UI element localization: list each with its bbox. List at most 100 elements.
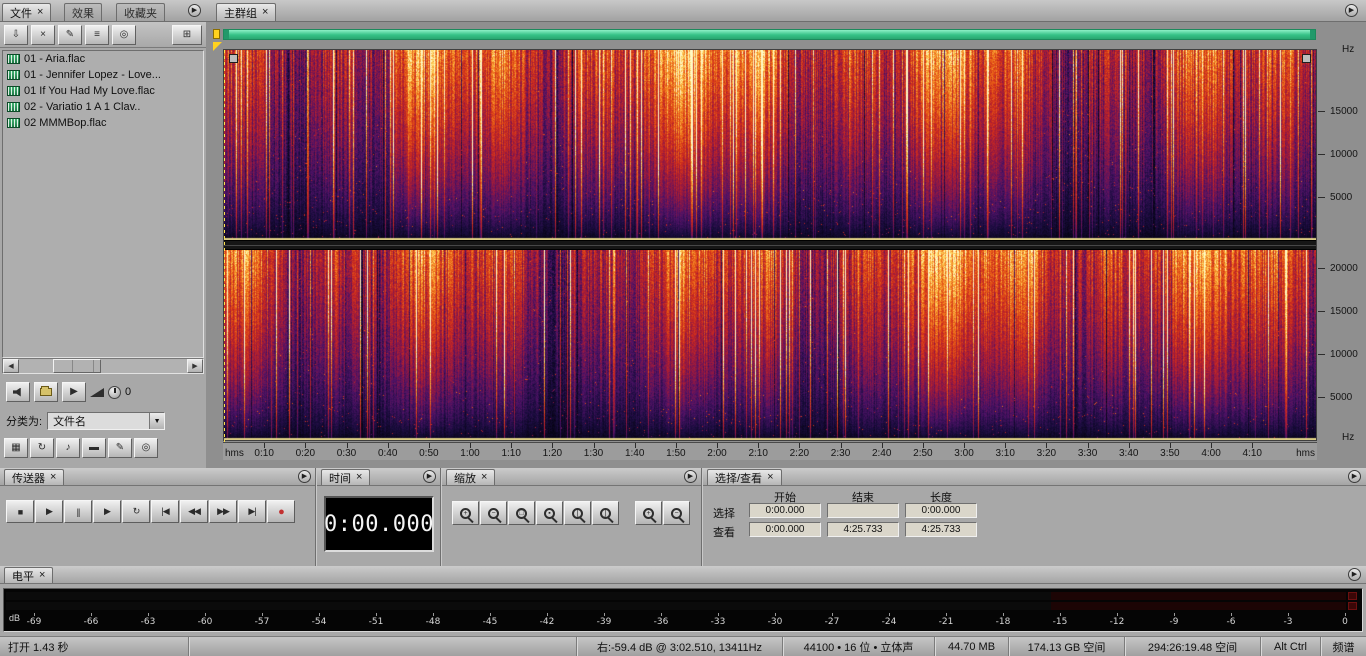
scroll-track[interactable] [19, 359, 187, 373]
tab-time[interactable]: 时间 × [321, 469, 371, 485]
zoom-out-horizontal-button[interactable]: − [480, 501, 507, 525]
close-icon[interactable]: × [39, 570, 45, 581]
scroll-thumb[interactable] [53, 359, 101, 373]
record-icon: ● [278, 505, 285, 518]
spectral-handle-left[interactable] [229, 54, 238, 63]
panel-menu-icon[interactable]: ▶ [423, 470, 436, 483]
insert-into-cd-button[interactable]: ◎ [112, 24, 136, 45]
view-length-field[interactable]: 4:25.733 [905, 522, 977, 537]
tab-levels[interactable]: 电平 × [4, 567, 54, 583]
row-label-view: 查看 [713, 527, 735, 539]
spectrogram-right-channel[interactable] [224, 250, 1316, 440]
show-loops-toggle[interactable]: ↻ [30, 438, 54, 458]
zoom-in-horizontal-button[interactable]: + [452, 501, 479, 525]
zoom-out-full-button[interactable]: □ [508, 501, 535, 525]
go-to-end-button[interactable]: ▶| [238, 500, 266, 523]
play-button[interactable]: ▶ [35, 500, 63, 523]
tab-files[interactable]: 文件 × [2, 3, 52, 21]
tab-main-group[interactable]: 主群组 × [216, 3, 277, 21]
panel-menu-icon[interactable]: ▶ [684, 470, 697, 483]
zoom-in-vertical-button[interactable]: + [635, 501, 662, 525]
view-start-field[interactable]: 0:00.000 [749, 522, 821, 537]
view-end-field[interactable]: 4:25.733 [827, 522, 899, 537]
selection-marker-triangle[interactable] [213, 42, 222, 51]
preview-volume-knob[interactable] [108, 385, 121, 399]
sort-label: 分类为: [6, 416, 43, 428]
status-disk-free: 174.13 GB 空间 [1008, 637, 1124, 656]
scroll-right-icon[interactable]: ▶ [187, 359, 203, 373]
auto-play-toggle[interactable] [6, 382, 30, 402]
show-files-toggle[interactable]: ▦ [4, 438, 28, 458]
file-list-item[interactable]: 01 - Aria.flac [3, 51, 203, 67]
level-meters[interactable]: dB -69 -66 -63 -60 -57 -54 -51 -48 -45 -42 -39 -36-… [3, 588, 1363, 632]
zoom-to-selection-button[interactable]: ▪ [536, 501, 563, 525]
show-video-toggle[interactable]: ▬ [82, 438, 106, 458]
play-from-cursor-button[interactable]: ▶ [93, 500, 121, 523]
file-list[interactable]: 01 - Aria.flac 01 - Jennifer Lopez - Love… [2, 50, 204, 358]
show-audio-toggle[interactable]: ♪ [56, 438, 80, 458]
clip-indicator-left[interactable] [1348, 592, 1357, 600]
panel-menu-icon[interactable]: ▶ [1348, 568, 1361, 581]
file-list-horizontal-scrollbar[interactable]: ◀ ▶ [2, 358, 204, 374]
selection-length-field[interactable]: 0:00.000 [905, 503, 977, 518]
close-file-button[interactable]: × [31, 24, 55, 45]
import-file-button[interactable]: ⇩ [4, 24, 28, 45]
panel-menu-icon[interactable]: ▶ [298, 470, 311, 483]
close-icon[interactable]: × [262, 7, 268, 18]
panel-menu-icon[interactable]: ▶ [1348, 470, 1361, 483]
selection-view-title: 选择/查看 [715, 472, 763, 485]
insert-into-multitrack-button[interactable]: ≡ [85, 24, 109, 45]
tab-favorites[interactable]: 收藏夹 [116, 3, 165, 21]
selection-end-field[interactable] [827, 503, 899, 518]
frequency-ruler[interactable]: Hz Hz 15000 10000 5000 20000 15000 10000 5000 [1318, 44, 1366, 464]
follow-session-toggle[interactable] [34, 382, 58, 402]
preview-play-button[interactable]: ▶ [62, 382, 86, 402]
close-icon[interactable]: × [50, 472, 56, 483]
selection-marker[interactable] [213, 29, 220, 39]
zoom-in-left-edge-button[interactable]: [ [564, 501, 591, 525]
record-button[interactable]: ● [267, 500, 295, 523]
status-view-mode[interactable]: 频谱 [1320, 637, 1366, 656]
show-markers-toggle[interactable]: ✎ [108, 438, 132, 458]
close-icon[interactable]: × [767, 472, 773, 483]
panel-menu-icon[interactable]: ▶ [1345, 4, 1358, 17]
scroll-left-icon[interactable]: ◀ [3, 359, 19, 373]
zoom-out-vertical-button[interactable]: − [663, 501, 690, 525]
edit-file-button[interactable]: ✎ [58, 24, 82, 45]
playhead-cursor[interactable] [224, 50, 225, 442]
go-to-beginning-button[interactable]: |◀ [151, 500, 179, 523]
loop-play-button[interactable]: ↻ [122, 500, 150, 523]
file-list-item[interactable]: 02 MMMBop.flac [3, 115, 203, 131]
rewind-button[interactable]: ◀◀ [180, 500, 208, 523]
file-preview-toolbar: ▶ 0 [0, 378, 206, 406]
show-cd-toggle[interactable]: ◎ [134, 438, 158, 458]
file-list-item[interactable]: 02 - Variatio 1 A 1 Clav.. [3, 99, 203, 115]
close-icon[interactable]: × [37, 7, 43, 18]
tab-zoom[interactable]: 缩放 × [446, 469, 496, 485]
clip-indicator-right[interactable] [1348, 602, 1357, 610]
selection-start-field[interactable]: 0:00.000 [749, 503, 821, 518]
file-list-item[interactable]: 01 - Jennifer Lopez - Love... [3, 67, 203, 83]
pause-button[interactable]: || [64, 500, 92, 523]
zoom-in-right-edge-button[interactable]: ] [592, 501, 619, 525]
tab-effects[interactable]: 效果 [64, 3, 102, 21]
stop-button[interactable]: ■ [6, 500, 34, 523]
level-scale-number: -42 [539, 617, 555, 627]
tab-selection-view[interactable]: 选择/查看 × [707, 469, 782, 485]
file-options-button[interactable]: ⊞ [172, 24, 202, 45]
timeline-ruler[interactable]: hms hms 0:10 0:20 0:30 0:40 0:50 1:00 1:10 1:20… [223, 442, 1317, 460]
panel-menu-icon[interactable]: ▶ [188, 4, 201, 17]
close-icon[interactable]: × [356, 472, 362, 483]
transport-title: 传送器 [12, 472, 45, 485]
spectral-handle-right[interactable] [1302, 54, 1311, 63]
level-scale-number: -57 [254, 617, 270, 627]
sort-dropdown[interactable]: 文件名 ▼ [47, 412, 166, 430]
tab-transport[interactable]: 传送器 × [4, 469, 65, 485]
close-icon[interactable]: × [481, 472, 487, 483]
file-list-item[interactable]: 01 If You Had My Love.flac [3, 83, 203, 99]
spectrogram-left-channel[interactable] [224, 50, 1316, 240]
chevron-down-icon[interactable]: ▼ [149, 413, 165, 429]
view-range-bar[interactable] [223, 29, 1316, 40]
fast-forward-button[interactable]: ▶▶ [209, 500, 237, 523]
spectral-display[interactable] [223, 49, 1317, 442]
